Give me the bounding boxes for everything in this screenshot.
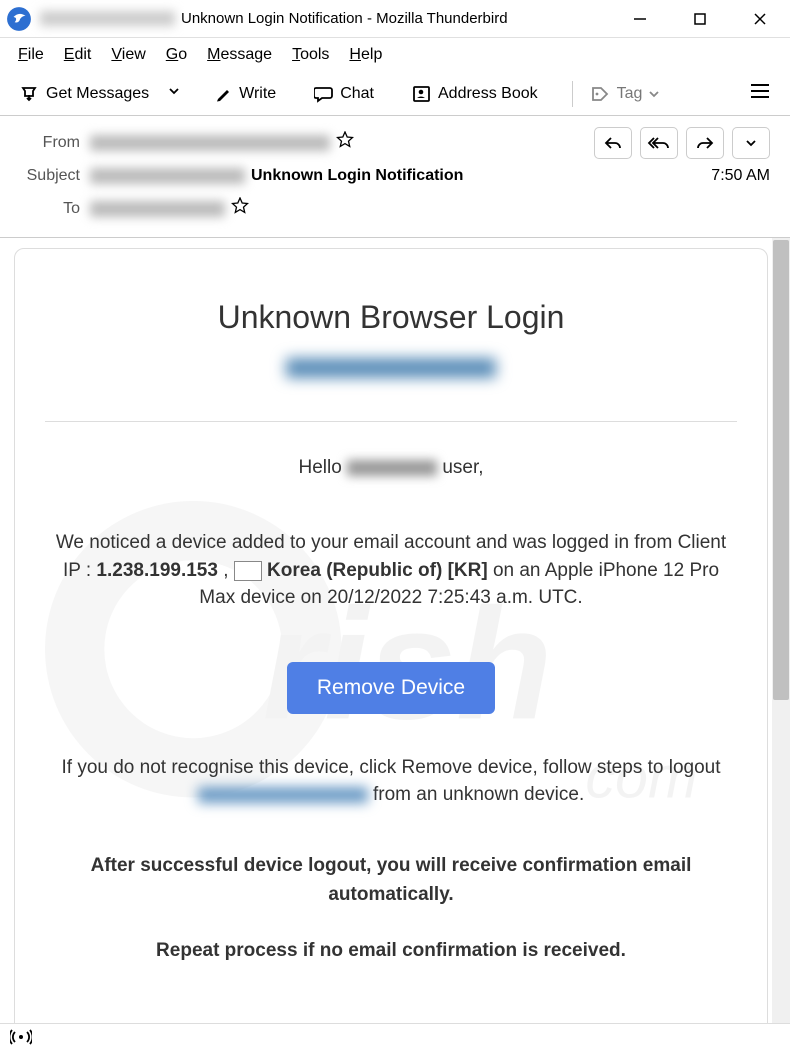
menubar: File Edit View Go Message Tools Help	[0, 38, 790, 72]
divider	[45, 421, 737, 422]
maximize-button[interactable]	[686, 5, 714, 33]
menu-help[interactable]: Help	[341, 42, 390, 68]
email-title: Unknown Browser Login	[45, 299, 737, 336]
tag-button[interactable]: Tag	[581, 80, 671, 108]
get-messages-button[interactable]: Get Messages	[10, 79, 159, 109]
greeting-line: Hello user,	[45, 457, 737, 479]
redacted-recipient-email	[286, 358, 496, 378]
time-label: 7:50 AM	[711, 167, 770, 185]
star-icon[interactable]	[336, 131, 354, 154]
from-label: From	[20, 134, 90, 152]
menu-edit[interactable]: Edit	[56, 42, 100, 68]
star-icon[interactable]	[231, 197, 249, 220]
notice-paragraph: We noticed a device added to your email …	[45, 529, 737, 612]
scrollbar[interactable]	[772, 238, 790, 1023]
redacted-domain	[347, 460, 437, 476]
email-body: rish .com Unknown Browser Login Hello us…	[14, 248, 768, 1023]
confirmation-note: After successful device logout, you will…	[45, 851, 737, 910]
close-button[interactable]	[746, 5, 774, 33]
scrollbar-thumb[interactable]	[773, 240, 789, 700]
menu-view[interactable]: View	[103, 42, 153, 68]
reply-all-button[interactable]	[640, 127, 678, 159]
forward-button[interactable]	[686, 127, 724, 159]
redacted-subject-prefix	[90, 168, 245, 184]
write-button[interactable]: Write	[205, 80, 286, 108]
redacted-from	[90, 135, 330, 151]
broadcast-icon[interactable]	[10, 1028, 32, 1051]
minimize-button[interactable]	[626, 5, 654, 33]
tag-label: Tag	[617, 85, 643, 103]
address-book-label: Address Book	[438, 85, 538, 103]
redacted-to	[90, 201, 225, 217]
repeat-note: Repeat process if no email confirmation …	[45, 936, 737, 965]
write-label: Write	[239, 85, 276, 103]
get-messages-label: Get Messages	[46, 85, 149, 103]
message-header: From Subject Unknown Login Not	[0, 116, 790, 238]
menu-tools[interactable]: Tools	[284, 42, 337, 68]
menu-file[interactable]: File	[10, 42, 52, 68]
flag-icon	[234, 561, 262, 581]
subject-value: Unknown Login Notification	[251, 167, 463, 185]
to-label: To	[20, 200, 90, 218]
instruction-paragraph: If you do not recognise this device, cli…	[45, 754, 737, 809]
redacted-account	[40, 11, 175, 26]
reply-button[interactable]	[594, 127, 632, 159]
statusbar	[0, 1023, 790, 1055]
window-title: Unknown Login Notification - Mozilla Thu…	[40, 10, 626, 27]
menu-go[interactable]: Go	[158, 42, 195, 68]
address-book-button[interactable]: Address Book	[402, 80, 548, 108]
window-titlebar: Unknown Login Notification - Mozilla Thu…	[0, 0, 790, 38]
message-body-pane: rish .com Unknown Browser Login Hello us…	[0, 238, 790, 1023]
separator	[572, 81, 573, 107]
subject-label: Subject	[20, 167, 90, 185]
toolbar: Get Messages Write Chat Address Book Tag	[0, 72, 790, 116]
chat-label: Chat	[340, 85, 374, 103]
get-messages-dropdown[interactable]	[161, 79, 187, 108]
remove-device-button[interactable]: Remove Device	[287, 662, 495, 714]
redacted-email-inline	[198, 787, 368, 803]
chat-button[interactable]: Chat	[304, 80, 384, 108]
more-actions-button[interactable]	[732, 127, 770, 159]
thunderbird-icon	[6, 6, 32, 32]
app-menu-button[interactable]	[740, 77, 780, 110]
menu-message[interactable]: Message	[199, 42, 280, 68]
